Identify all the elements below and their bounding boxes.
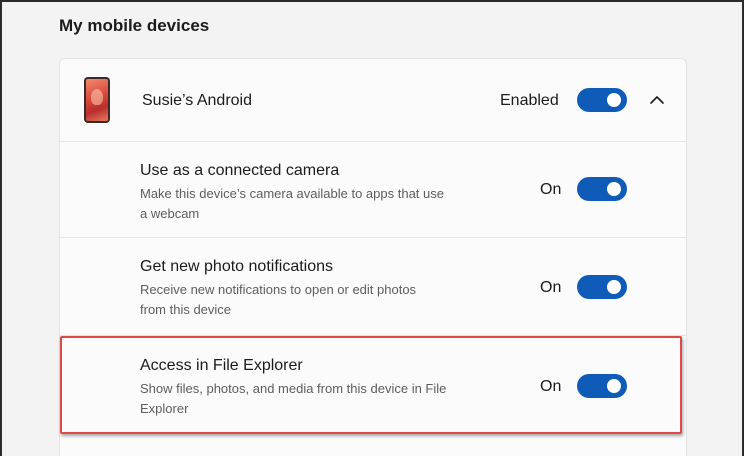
option-row-file-explorer: Access in File Explorer Show files, phot… <box>60 335 686 455</box>
option-row-camera: Use as a connected camera Make this devi… <box>60 141 686 237</box>
option-row-photo-notifications: Get new photo notifications Receive new … <box>60 237 686 335</box>
option-state-label: On <box>540 378 562 395</box>
option-state-label: On <box>540 279 562 296</box>
file-explorer-toggle[interactable] <box>577 374 627 398</box>
option-description-line: Show files, photos, and media from this … <box>140 381 447 396</box>
option-title: Use as a connected camera <box>140 162 340 179</box>
option-description-line: Explorer <box>140 401 189 416</box>
option-description: Receive new notifications to open or edi… <box>140 280 500 320</box>
option-description: Show files, photos, and media from this … <box>140 379 500 419</box>
option-description: Make this device’s camera available to a… <box>140 184 500 224</box>
section-title: My mobile devices <box>59 16 210 35</box>
option-description-line: Make this device’s camera available to a… <box>140 186 444 201</box>
option-state-label: On <box>540 181 562 198</box>
device-card: Susie’s Android Enabled Use as a connect… <box>59 58 687 456</box>
device-header-row[interactable]: Susie’s Android Enabled <box>60 59 686 141</box>
chevron-up-icon[interactable] <box>648 91 666 109</box>
option-title: Get new photo notifications <box>140 258 334 275</box>
device-name: Susie’s Android <box>142 92 252 109</box>
option-description-line: from this device <box>140 302 232 317</box>
device-enabled-toggle[interactable] <box>577 88 627 112</box>
device-state-label: Enabled <box>500 92 559 109</box>
camera-toggle[interactable] <box>577 177 627 201</box>
option-description-line: Receive new notifications to open or edi… <box>140 282 417 297</box>
option-title: Access in File Explorer <box>140 357 303 374</box>
option-description-line: a webcam <box>140 206 200 221</box>
phone-thumbnail-icon <box>84 77 110 123</box>
settings-frame: My mobile devices Susie’s Android Enable… <box>0 0 744 456</box>
photo-notifications-toggle[interactable] <box>577 275 627 299</box>
